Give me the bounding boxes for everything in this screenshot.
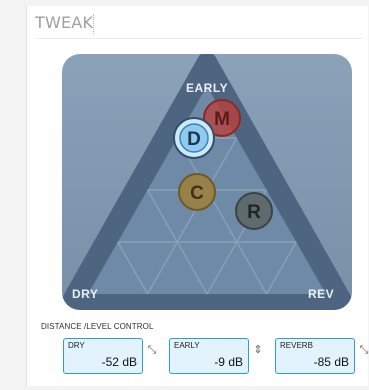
corner-label-dry: DRY [72,287,99,301]
dry-readout-label: DRY [68,341,85,350]
distance-level-control-label: DISTANCE /LEVEL CONTROL [41,322,154,331]
marker-r-letter: R [247,202,261,223]
reverb-readout-label: REVERB [280,341,313,350]
marker-d-letter: D [187,129,201,150]
early-readout-value[interactable]: -9 dB [214,355,243,369]
title-divider [35,38,363,39]
early-readout-label: EARLY [174,341,200,350]
dry-level-readout[interactable]: DRY -52 dB [63,338,143,374]
mix-triangle-pad[interactable]: M D C R EARLY DRY REV [62,54,352,310]
reverb-readout-value[interactable]: -85 dB [314,355,349,369]
panel-title: TWEAK [35,13,94,32]
tweak-panel: TWEAK M D C R EARLY DRY REV DISTANCE /LE… [26,6,368,386]
marker-r[interactable]: R [235,192,273,230]
marker-c[interactable]: C [178,173,216,211]
diagonal-resize-icon[interactable]: ⤡ [145,343,159,357]
corner-label-rev: REV [308,287,335,301]
reverb-level-readout[interactable]: REVERB -85 dB [275,338,355,374]
dry-readout-value[interactable]: -52 dB [102,355,137,369]
title-separator [93,14,94,34]
corner-resize-icon[interactable]: ⤡ [357,343,369,357]
marker-c-letter: C [190,183,204,204]
vertical-resize-icon[interactable]: ⇕ [251,343,265,357]
marker-m-letter: M [214,109,230,130]
corner-label-early: EARLY [186,81,229,95]
early-level-readout[interactable]: EARLY -9 dB [169,338,249,374]
marker-d[interactable]: D [173,117,215,159]
